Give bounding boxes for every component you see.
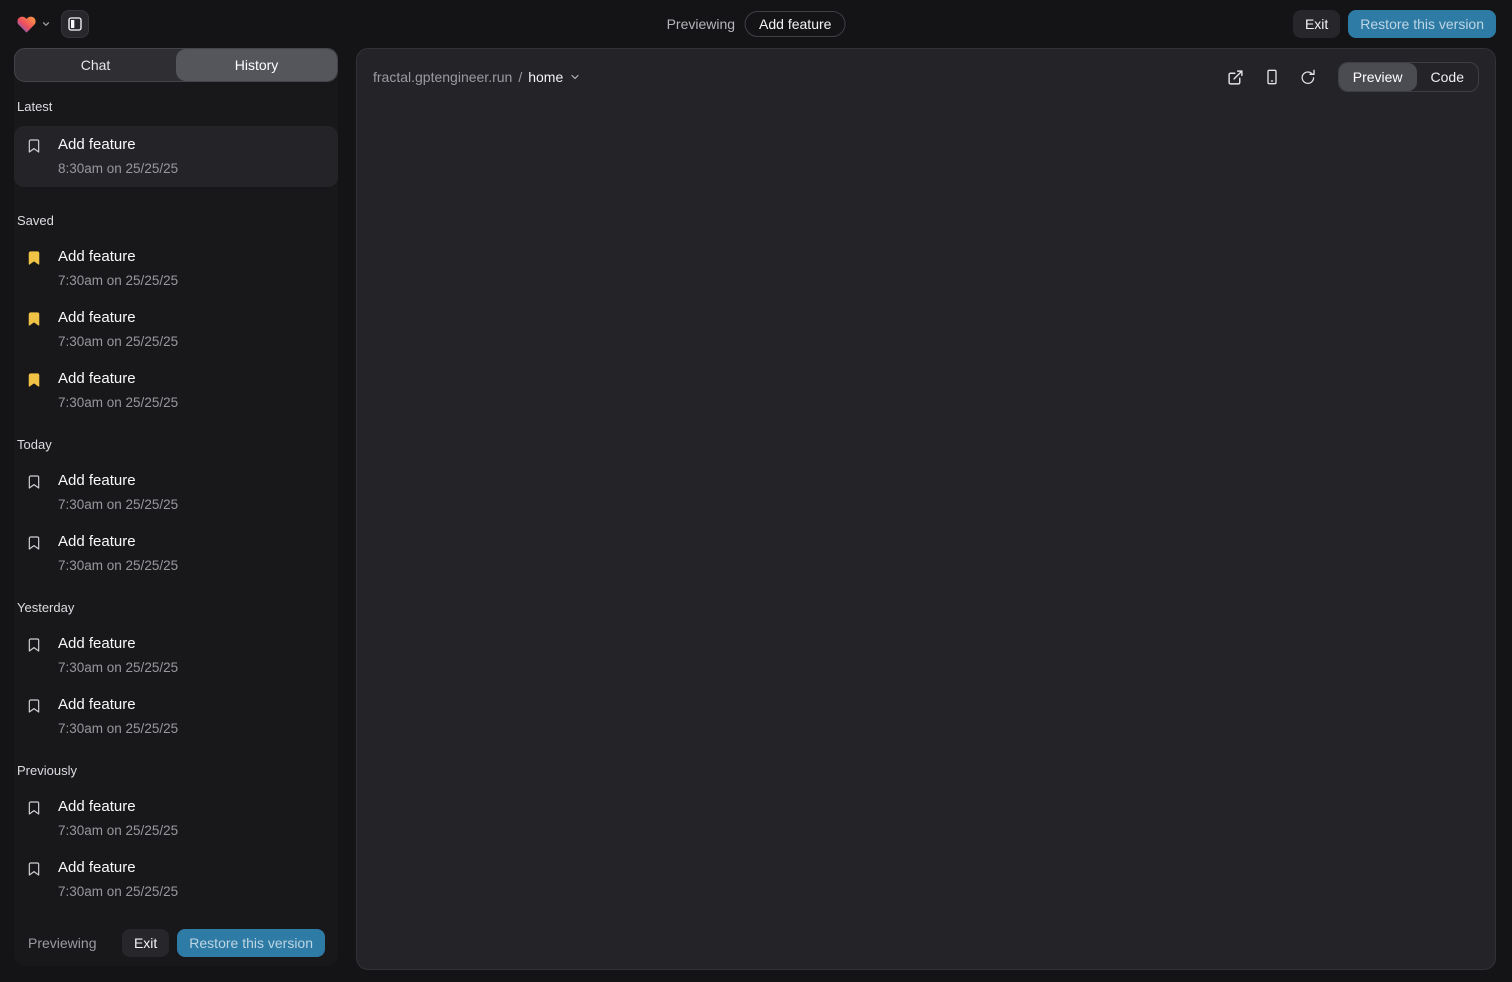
history-item-time: 7:30am on 25/25/25: [58, 334, 178, 350]
heart-logo-icon: [16, 14, 37, 35]
sidebar-tab-switcher: Chat History: [14, 48, 338, 82]
history-section-title: Latest: [17, 99, 335, 114]
bookmark-outline-icon: [26, 138, 42, 154]
bookmark-filled-icon: [26, 372, 42, 388]
preview-code-switcher: Preview Code: [1338, 62, 1479, 92]
history-item-time: 7:30am on 25/25/25: [58, 823, 178, 839]
sidebar: Chat History Latest Add feature 8:30am on …: [14, 48, 338, 966]
bookmark-outline-icon: [26, 535, 42, 551]
panel-left-icon: [67, 16, 83, 32]
footer-previewing-label: Previewing: [28, 935, 96, 951]
bookmark-outline-icon: [26, 698, 42, 714]
history-item[interactable]: Add feature 7:30am on 25/25/25: [14, 472, 338, 513]
tab-code[interactable]: Code: [1417, 63, 1478, 91]
preview-panel: fractal.gptengineer.run / home: [356, 48, 1496, 970]
sidebar-footer: Previewing Exit Restore this version: [14, 920, 338, 966]
footer-exit-button[interactable]: Exit: [122, 929, 169, 957]
history-item-title: Add feature: [58, 533, 178, 551]
tab-preview[interactable]: Preview: [1339, 63, 1417, 91]
history-item-title: Add feature: [58, 696, 178, 714]
history-item-title: Add feature: [58, 136, 178, 154]
history-item[interactable]: Add feature 7:30am on 25/25/25: [14, 309, 338, 350]
restore-version-button[interactable]: Restore this version: [1348, 10, 1496, 38]
history-item[interactable]: Add feature 7:30am on 25/25/25: [14, 635, 338, 676]
history-section-title: Previously: [17, 763, 335, 778]
history-item-title: Add feature: [58, 248, 178, 266]
bookmark-outline-icon: [26, 474, 42, 490]
sidebar-toggle-button[interactable]: [61, 10, 89, 38]
history-item-time: 7:30am on 25/25/25: [58, 884, 178, 900]
history-item-title: Add feature: [58, 635, 178, 653]
tab-chat[interactable]: Chat: [15, 49, 176, 81]
history-item[interactable]: Add feature 7:30am on 25/25/25: [14, 248, 338, 289]
app-logo-menu[interactable]: [16, 14, 51, 35]
chevron-down-icon: [41, 19, 51, 29]
history-item-time: 7:30am on 25/25/25: [58, 660, 178, 676]
bookmark-outline-icon: [26, 800, 42, 816]
history-item-time: 8:30am on 25/25/25: [58, 161, 178, 177]
preview-content: [357, 104, 1495, 969]
history-item[interactable]: Add feature 7:30am on 25/25/25: [14, 533, 338, 574]
history-item[interactable]: Add feature 7:30am on 25/25/25: [14, 859, 338, 900]
history-item[interactable]: Add feature 7:30am on 25/25/25: [14, 370, 338, 411]
history-item-title: Add feature: [58, 370, 178, 388]
history-section-title: Today: [17, 437, 335, 452]
refresh-preview-button[interactable]: [1294, 63, 1322, 91]
refresh-icon: [1300, 69, 1316, 85]
bookmark-outline-icon: [26, 637, 42, 653]
history-item-title: Add feature: [58, 859, 178, 877]
history-item-time: 7:30am on 25/25/25: [58, 273, 178, 289]
history-item[interactable]: Add feature 8:30am on 25/25/25: [14, 126, 338, 187]
history-item-time: 7:30am on 25/25/25: [58, 395, 178, 411]
history-item[interactable]: Add feature 7:30am on 25/25/25: [14, 798, 338, 839]
history-item-time: 7:30am on 25/25/25: [58, 721, 178, 737]
tab-history[interactable]: History: [176, 49, 337, 81]
chevron-down-icon: [569, 71, 581, 83]
history-section-title: Saved: [17, 213, 335, 228]
history-item-title: Add feature: [58, 309, 178, 327]
history-list: Latest Add feature 8:30am on 25/25/25 Saved…: [14, 82, 338, 920]
external-link-icon: [1227, 69, 1244, 86]
preview-url-selector[interactable]: fractal.gptengineer.run / home: [373, 69, 581, 85]
url-separator: /: [518, 69, 522, 85]
smartphone-icon: [1264, 69, 1280, 85]
url-host: fractal.gptengineer.run: [373, 69, 512, 85]
version-badge: Add feature: [745, 11, 845, 37]
history-item-title: Add feature: [58, 798, 178, 816]
bookmark-filled-icon: [26, 250, 42, 266]
history-item-time: 7:30am on 25/25/25: [58, 497, 178, 513]
bookmark-outline-icon: [26, 861, 42, 877]
history-section-title: Yesterday: [17, 600, 335, 615]
history-item[interactable]: Add feature 7:30am on 25/25/25: [14, 696, 338, 737]
history-item-time: 7:30am on 25/25/25: [58, 558, 178, 574]
exit-button[interactable]: Exit: [1293, 10, 1340, 38]
history-item-title: Add feature: [58, 472, 178, 490]
open-in-new-tab-button[interactable]: [1222, 63, 1250, 91]
preview-header: fractal.gptengineer.run / home: [357, 49, 1495, 104]
topbar: Previewing Add feature Exit Restore this…: [0, 0, 1512, 48]
footer-restore-version-button[interactable]: Restore this version: [177, 929, 325, 957]
device-preview-button[interactable]: [1258, 63, 1286, 91]
url-path: home: [528, 69, 563, 85]
previewing-label: Previewing: [667, 16, 735, 32]
bookmark-filled-icon: [26, 311, 42, 327]
